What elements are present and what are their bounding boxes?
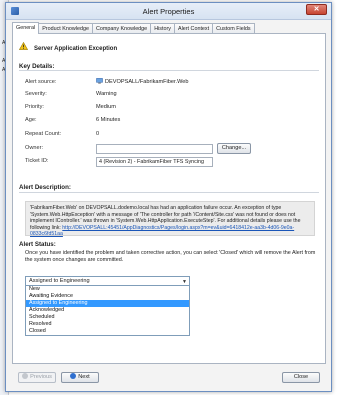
previous-arrow-icon (22, 372, 29, 379)
status-options-list: New Awaiting Evidence Assigned to Engine… (25, 286, 190, 336)
priority-label: Priority: (25, 104, 44, 110)
priority-value: Medium (96, 104, 116, 110)
severity-label: Severity: (25, 91, 47, 97)
computer-icon (96, 78, 103, 84)
repeat-count-value: 0 (96, 131, 100, 137)
status-option-new[interactable]: New (26, 286, 189, 293)
status-select[interactable]: Assigned to Engineering ▼ (25, 276, 190, 286)
previous-button[interactable]: Previous (18, 372, 56, 383)
alert-status-heading: Alert Status: (19, 241, 56, 248)
age-label: Age: (25, 117, 37, 123)
alert-source-label: Alert source: (25, 79, 57, 85)
next-arrow-icon (70, 372, 77, 379)
status-option-resolved[interactable]: Resolved (26, 321, 189, 328)
change-owner-button[interactable]: Change... (217, 143, 251, 154)
ticket-id-label: Ticket ID: (25, 158, 49, 164)
owner-label: Owner: (25, 145, 44, 151)
alert-source-value: DEVOPSALL/FabrikamFiber.Web (105, 79, 189, 85)
title-bar[interactable]: Alert Properties ✕ (6, 3, 331, 20)
key-details-heading: Key Details: (19, 63, 55, 70)
status-instructions: Once you have identified the problem and… (25, 250, 316, 263)
alert-description: 'FabrikamFiber.Web' on DEVOPSALL.dodemo.… (25, 201, 315, 238)
status-option-awaiting-evidence[interactable]: Awaiting Evidence (26, 293, 189, 300)
window-title: Alert Properties (142, 7, 195, 16)
diagnostics-link[interactable]: http://DEVOPSALL:45451/AppDiagnostics/Pa… (30, 225, 294, 238)
general-panel: Server Application Exception Key Details… (12, 33, 326, 364)
age-value: 6 Minutes (96, 117, 121, 123)
next-button[interactable]: Next (61, 372, 99, 383)
alert-name: Server Application Exception (34, 46, 118, 52)
previous-label: Previous (30, 374, 52, 380)
status-option-closed[interactable]: Closed (26, 328, 189, 335)
tab-general[interactable]: General (12, 22, 40, 34)
window-close-button[interactable]: ✕ (306, 4, 327, 15)
warning-icon (19, 42, 28, 50)
alert-description-heading: Alert Description: (19, 184, 71, 191)
owner-field[interactable] (96, 144, 213, 154)
chevron-down-icon[interactable]: ▼ (182, 278, 187, 286)
severity-value: Warning (96, 91, 117, 97)
status-select-value: Assigned to Engineering (29, 278, 90, 284)
status-option-scheduled[interactable]: Scheduled (26, 314, 189, 321)
status-option-acknowledged[interactable]: Acknowledged (26, 307, 189, 314)
divider (19, 192, 319, 193)
divider (19, 70, 319, 71)
status-option-assigned-to-engineering[interactable]: Assigned to Engineering (26, 300, 189, 307)
close-button[interactable]: Close (282, 372, 320, 383)
ticket-id-field[interactable]: 4 (Revision 2) - FabrikamFiber TFS Synci… (96, 157, 213, 167)
next-label: Next (78, 374, 90, 380)
repeat-count-label: Repeat Count: (25, 131, 62, 137)
alert-properties-dialog: Alert Properties ✕ General Product Knowl… (5, 2, 332, 392)
